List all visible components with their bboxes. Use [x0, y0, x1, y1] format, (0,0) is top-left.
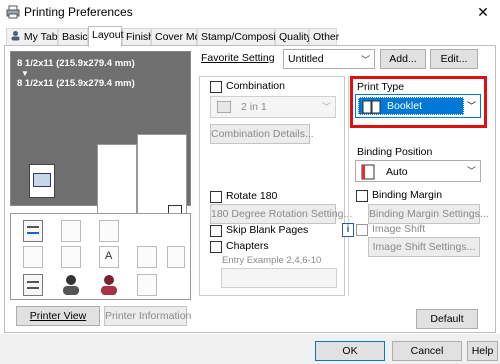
tab-stamp-composition[interactable]: Stamp/Composition [197, 28, 293, 46]
chapters-label: Chapters [226, 240, 269, 252]
booklet-left-page [97, 144, 137, 218]
skip-blank-pages-label: Skip Blank Pages [226, 224, 309, 236]
ok-button[interactable]: OK [315, 341, 385, 361]
chapters-checkbox[interactable] [210, 241, 222, 253]
account-track-icon[interactable] [99, 274, 119, 296]
user-auth-icon[interactable] [61, 274, 81, 296]
tab-quality[interactable]: Quality [275, 28, 312, 46]
print-type-label: Print Type [357, 81, 405, 93]
stamp-function-icon[interactable] [99, 220, 119, 242]
combination-checkbox[interactable] [210, 81, 222, 93]
tab-other[interactable]: Other [309, 28, 339, 46]
tab-finish[interactable]: Finish [122, 28, 154, 46]
paper-size-output: 8 1/2x11 (215.9x279.4 mm) [17, 78, 135, 89]
chevron-down-icon: ﹀ [466, 166, 476, 176]
combination-function-icon[interactable] [61, 220, 81, 242]
chapters-input[interactable] [221, 268, 337, 288]
favorite-setting-value: Untitled [288, 53, 324, 65]
favorite-setting-label: Favorite Setting [201, 52, 275, 64]
user-icon [11, 31, 20, 41]
close-button[interactable]: ✕ [470, 2, 496, 22]
overlay-function-icon[interactable] [61, 246, 81, 268]
printer-icon [6, 5, 20, 19]
tab-basic[interactable]: Basic [58, 28, 88, 46]
booklet-right-page [137, 134, 187, 224]
binding-margin-checkbox[interactable] [356, 190, 368, 202]
edit-button[interactable]: Edit... [430, 49, 478, 69]
function-icon-panel: A [10, 213, 191, 300]
info-icon[interactable]: i [342, 223, 354, 237]
chevron-down-icon: ﹀ [321, 102, 331, 112]
image-shift-settings-button[interactable]: Image Shift Settings... [368, 237, 480, 257]
chapters-entry-example: Entry Example 2,4,6-10 [222, 255, 322, 266]
combination-label: Combination [226, 80, 285, 92]
booklet-function-icon[interactable] [23, 220, 43, 242]
add-button[interactable]: Add... [380, 49, 426, 69]
document-function-icon[interactable] [23, 274, 43, 296]
image-shift-label: Image Shift [372, 223, 426, 235]
margin-function-icon[interactable] [137, 246, 157, 268]
text-function-icon[interactable]: A [99, 246, 119, 268]
help-button[interactable]: Help [467, 341, 498, 361]
chevron-down-icon: ﹀ [360, 55, 370, 65]
booklet-thumbnail [29, 164, 55, 198]
title-bar: Printing Preferences ✕ [0, 0, 500, 24]
cancel-button[interactable]: Cancel [392, 341, 462, 361]
image-shift-checkbox[interactable] [356, 224, 368, 236]
binding-margin-settings-button[interactable]: Binding Margin Settings... [368, 204, 489, 224]
layout-preview: 8 1/2x11 (215.9x279.4 mm) ▼ 8 1/2x11 (21… [10, 51, 191, 224]
binding-margin-label: Binding Margin [372, 189, 443, 201]
binding-icon [361, 164, 375, 180]
printer-information-button[interactable]: Printer Information [104, 306, 191, 326]
binding-position-label: Binding Position [357, 146, 433, 158]
printer-function-icon[interactable] [167, 246, 185, 268]
tab-my-tab[interactable]: My Tab [6, 28, 58, 46]
print-type-select[interactable]: Booklet ﹀ [355, 94, 481, 118]
default-button[interactable]: Default [416, 309, 478, 329]
tab-layout[interactable]: Layout [88, 26, 124, 47]
rotate-180-checkbox[interactable] [210, 191, 222, 203]
favorite-setting-select[interactable]: Untitled ﹀ [283, 49, 375, 69]
skip-blank-pages-checkbox[interactable] [210, 225, 222, 237]
rotate-function-icon[interactable] [23, 246, 43, 268]
paper-size-original: 8 1/2x11 (215.9x279.4 mm) [17, 58, 135, 69]
down-arrow-icon: ▼ [21, 69, 29, 78]
binding-position-select[interactable]: Auto ﹀ [355, 160, 481, 182]
secure-print-icon[interactable] [137, 274, 157, 296]
combination-icon [217, 101, 231, 113]
combination-select[interactable]: 2 in 1 ﹀ [210, 96, 336, 118]
window-title: Printing Preferences [24, 5, 133, 19]
rotate-180-label: Rotate 180 [226, 190, 278, 202]
combination-value: 2 in 1 [241, 101, 267, 113]
chevron-down-icon: ﹀ [466, 101, 476, 111]
booklet-icon [362, 100, 381, 114]
binding-position-value: Auto [386, 166, 408, 178]
separator [348, 76, 349, 296]
tab-cover-mode[interactable]: Cover Mode [151, 28, 212, 46]
printer-view-button[interactable]: Printer View [16, 306, 100, 326]
combination-details-button[interactable]: Combination Details... [210, 124, 314, 144]
tab-label: My Tab [23, 31, 58, 43]
tab-strip: My Tab Basic Layout Finish Cover Mode St… [0, 26, 500, 47]
copies-count: x1 [175, 193, 186, 203]
rotation-setting-button[interactable]: 180 Degree Rotation Setting... [210, 204, 352, 224]
